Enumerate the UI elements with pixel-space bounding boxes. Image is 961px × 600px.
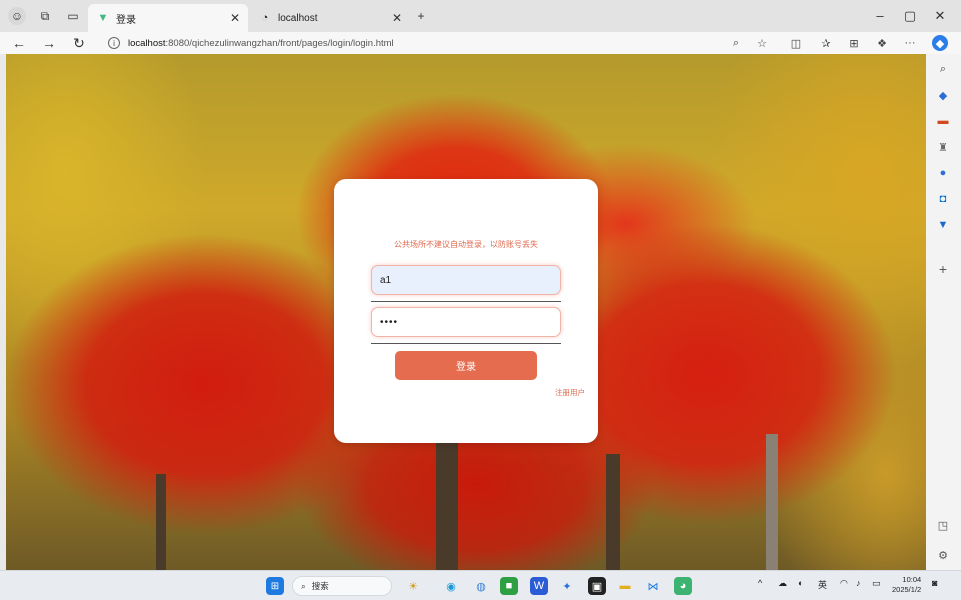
clock-date: 2025/1/2: [892, 585, 922, 594]
green-app-icon[interactable]: ■: [500, 577, 518, 595]
refresh-icon[interactable]: ↻: [70, 34, 88, 52]
auto-login-notice: 公共场所不建议自动登录，以防账号丢失: [394, 240, 538, 249]
field-divider: [371, 343, 561, 344]
profile-icon[interactable]: ☺: [8, 7, 26, 25]
sidebar-toggle-icon[interactable]: ◳: [934, 516, 952, 534]
collections-icon[interactable]: ⊞: [846, 35, 862, 51]
favorite-star-icon[interactable]: ☆: [754, 35, 770, 51]
register-link[interactable]: 注册用户: [555, 387, 585, 398]
site-info-icon[interactable]: i: [108, 37, 120, 49]
taskbar-search[interactable]: ⌕ 搜索: [292, 576, 392, 596]
tab-title: localhost: [278, 12, 318, 24]
restore-icon[interactable]: ▢: [900, 8, 920, 24]
taskbar-clock[interactable]: 10:04 2025/1/2: [892, 575, 921, 595]
volume-icon[interactable]: ♪: [856, 578, 861, 588]
minimize-icon[interactable]: –: [870, 8, 890, 23]
wechat-icon[interactable]: ◕: [674, 577, 692, 595]
split-screen-icon[interactable]: ◫: [788, 35, 804, 51]
settings-icon[interactable]: ⚙: [934, 546, 952, 564]
office-icon[interactable]: ●: [934, 164, 952, 182]
edge-icon[interactable]: ◉: [442, 577, 460, 595]
tab-actions-icon[interactable]: ▭: [64, 7, 82, 25]
input-method[interactable]: 英: [818, 578, 827, 591]
battery-icon[interactable]: ▭: [872, 578, 881, 589]
blue-app-icon[interactable]: ✦: [558, 577, 576, 595]
favorites-icon[interactable]: ✰: [818, 35, 834, 51]
chrome-icon[interactable]: ◍: [472, 577, 490, 595]
add-icon[interactable]: +: [934, 260, 952, 278]
back-icon[interactable]: ←: [10, 34, 28, 52]
workspaces-icon[interactable]: ⧉: [36, 7, 54, 25]
taskbar-search-placeholder: 搜索: [311, 581, 329, 591]
edge-sidebar: ⌕ ◆ ▬ ♜ ● ◘ ▼ + ◳ ⚙: [926, 54, 961, 570]
wifi-icon[interactable]: ◠: [840, 578, 848, 589]
close-tab-icon[interactable]: ✕: [230, 11, 240, 25]
tools-icon[interactable]: ▬: [934, 112, 952, 130]
extensions-icon[interactable]: ❖: [874, 35, 890, 51]
shopping-tag-icon[interactable]: ◆: [934, 86, 952, 104]
tree-trunk: [436, 434, 458, 570]
username-input[interactable]: a1: [371, 265, 561, 295]
address-toolbar: ← → ↻ i localhost :8080/qichezulinwangzh…: [0, 32, 961, 54]
close-tab-icon[interactable]: ✕: [392, 11, 402, 25]
address-field[interactable]: i localhost :8080/qichezulinwangzhan/fro…: [108, 35, 394, 51]
windows-start-icon[interactable]: ⊞: [266, 577, 284, 595]
tray-overflow-icon[interactable]: ^: [758, 578, 762, 588]
forward-icon[interactable]: →: [40, 34, 58, 52]
windows-taskbar: ⊞ ⌕ 搜索 ☀ ◉ ◍ ■ W ✦ ▣ ▬ ⋈ ◕ ^ ☁ ◐ 英 ◠ ♪ ▭…: [0, 570, 961, 600]
window-close-icon[interactable]: ✕: [930, 8, 950, 24]
field-divider: [371, 301, 561, 302]
search-icon[interactable]: ⌕: [934, 60, 952, 78]
drop-icon[interactable]: ▼: [934, 216, 952, 234]
url-path: :8080/qichezulinwangzhan/front/pages/log…: [165, 37, 394, 49]
password-input[interactable]: ••••: [371, 307, 561, 337]
tree-trunk: [156, 474, 166, 570]
copilot-icon[interactable]: ◆: [932, 35, 948, 51]
games-icon[interactable]: ♜: [934, 138, 952, 156]
tab-localhost[interactable]: ◔ localhost ✕: [250, 4, 410, 32]
login-button[interactable]: 登录: [395, 351, 537, 380]
widgets-icon[interactable]: ☀: [404, 577, 422, 595]
tab-title: 登录: [116, 14, 136, 26]
new-tab-icon[interactable]: +: [412, 7, 430, 25]
tab-login[interactable]: ▼ 登录 ✕: [88, 4, 248, 32]
tree-trunk: [766, 434, 778, 570]
word-icon[interactable]: W: [530, 577, 548, 595]
localhost-page-icon: ◔: [261, 12, 269, 24]
login-card: 公共场所不建议自动登录，以防账号丢失 a1 •••• 登录 注册用户: [334, 179, 598, 443]
outlook-icon[interactable]: ◘: [934, 190, 952, 208]
tree-trunk: [606, 454, 620, 570]
url-host: localhost: [128, 37, 166, 49]
read-aloud-icon[interactable]: ⌕: [728, 35, 744, 51]
vscode-icon[interactable]: ⋈: [644, 577, 662, 595]
onedrive-icon[interactable]: ☁: [778, 578, 787, 589]
tray-app-icon[interactable]: ◐: [798, 578, 803, 588]
file-explorer-icon[interactable]: ▬: [616, 577, 634, 595]
vue-logo-icon: ▼: [97, 12, 109, 24]
clock-time: 10:04: [902, 575, 922, 584]
idea-icon[interactable]: ▣: [588, 577, 606, 595]
search-icon: ⌕: [301, 580, 306, 591]
more-icon[interactable]: ···: [902, 35, 918, 51]
notification-icon[interactable]: ◙: [932, 578, 937, 588]
browser-tab-bar: ☺ ⧉ ▭ ▼ 登录 ✕ ◔ localhost ✕ + – ▢ ✕: [0, 0, 961, 32]
